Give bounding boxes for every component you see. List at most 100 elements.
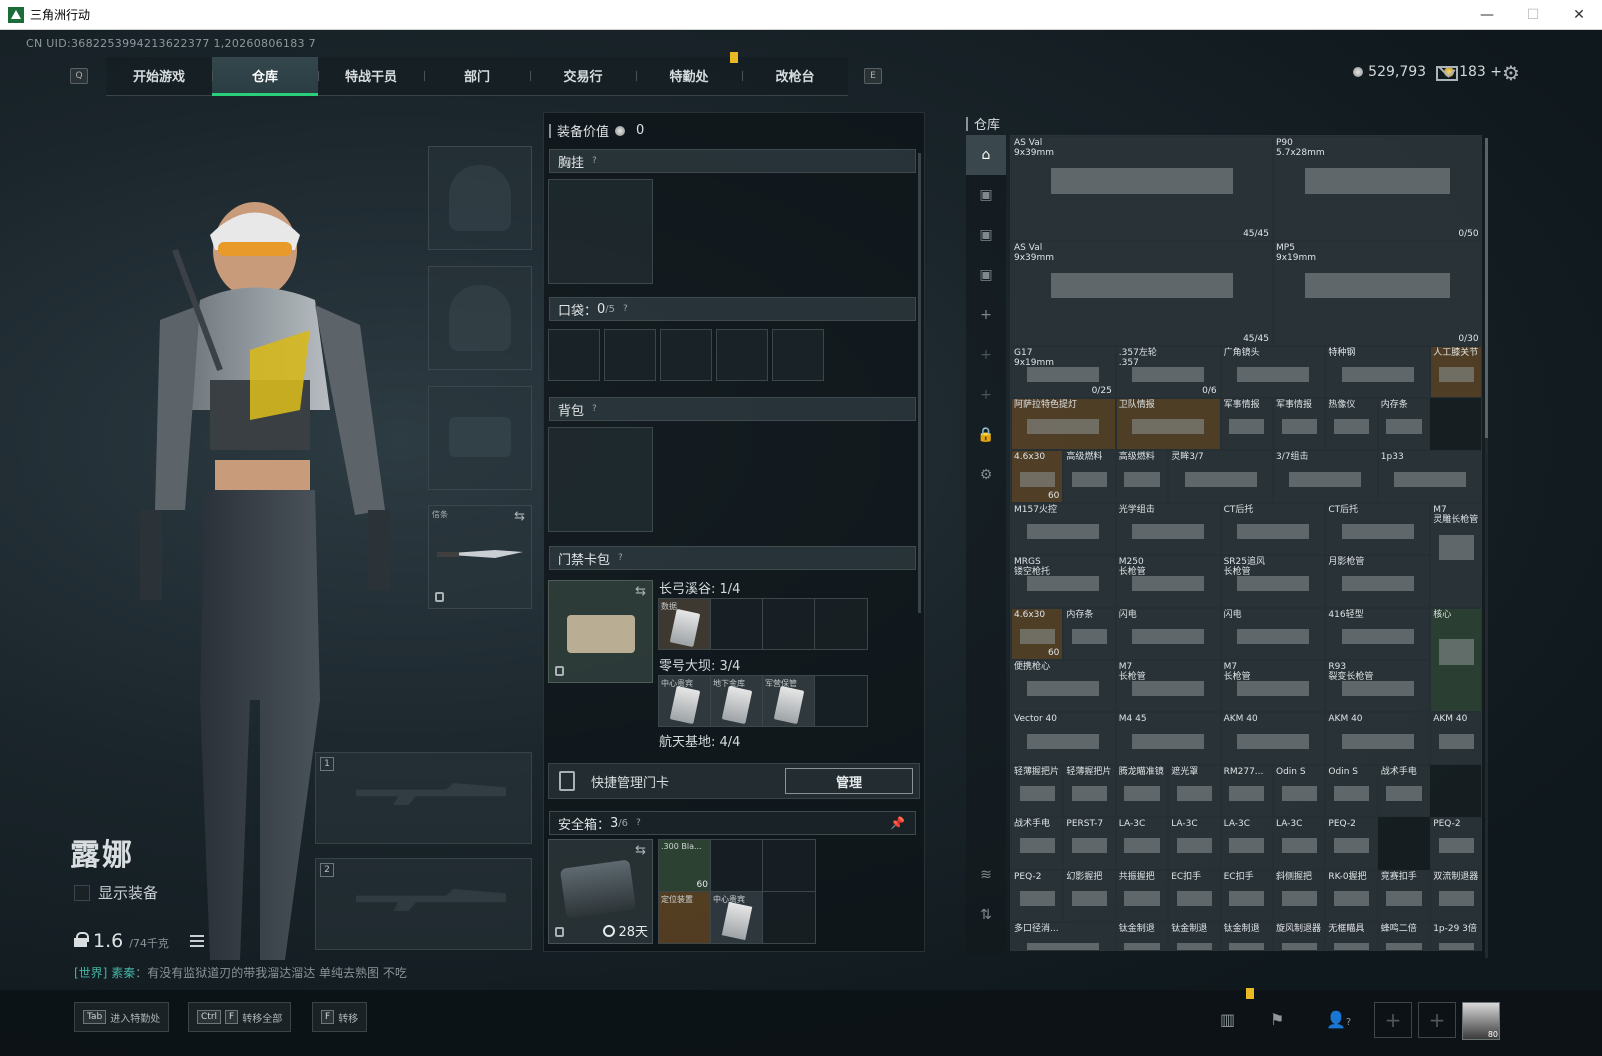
warehouse-item[interactable]: M250 长枪管 [1115,555,1221,608]
melee-slot[interactable]: 信条 ⇆ [428,505,532,609]
warehouse-item[interactable]: EC扣手 [1168,869,1221,922]
secondary-weapon-slot[interactable]: 2 [315,858,532,950]
keycard-slot[interactable] [815,676,867,726]
tab-warehouse[interactable]: 仓库 [212,56,318,96]
chest-rig-slot[interactable] [548,179,653,284]
hint-enter-special-ops[interactable]: Tab 进入特勤处 [74,1002,170,1032]
keycard-slot[interactable]: 中心贵宾 [659,676,711,726]
warehouse-item[interactable]: 人工膝关节 [1430,345,1481,398]
add-tab-icon[interactable]: + [966,375,1006,415]
warehouse-item[interactable]: M7 长枪管 [1115,660,1221,713]
warehouse-item[interactable]: 光学组击 [1115,502,1221,556]
warehouse-item[interactable]: Odin S [1325,764,1378,818]
warehouse-item[interactable]: AKM 40 [1430,712,1481,765]
pin-icon[interactable]: 📌 [890,816,905,830]
warehouse-item[interactable]: PEQ-2 [1011,869,1064,922]
warehouse-item[interactable]: 钛金制退 [1220,922,1273,950]
warehouse-item[interactable]: PEQ-2 [1430,817,1481,870]
safebox-cell[interactable] [763,840,815,892]
tab-operators[interactable]: 特战干员 [318,57,424,95]
warehouse-item[interactable]: MRGS 镂空枪托 [1011,555,1116,608]
warehouse-item[interactable]: 4.6x30 60 [1011,450,1064,503]
warehouse-item[interactable]: 3/7组击 [1273,450,1378,503]
minimize-button[interactable]: — [1464,0,1510,30]
friends-icon[interactable]: 👤? [1326,1010,1366,1029]
warehouse-item[interactable]: PERST-7 [1063,817,1116,870]
warehouse-item[interactable]: 无框瞄具 [1325,922,1378,950]
warehouse-item[interactable]: 幻影握把 [1063,869,1116,922]
warehouse-item[interactable]: 双流制退器 [1430,869,1481,922]
warehouse-item[interactable]: 内存条 [1063,607,1116,660]
warehouse-item[interactable]: 广角镜头 [1220,345,1326,398]
manage-button[interactable]: 管理 [785,768,913,794]
pocket-slot[interactable] [660,329,712,381]
help-icon[interactable]: ? [592,404,597,414]
warehouse-item[interactable]: LA-3C [1273,817,1326,870]
warehouse-item[interactable]: Odin S [1273,764,1326,818]
warehouse-tab-iv2-icon[interactable]: ▣ [966,255,1006,295]
warehouse-item[interactable]: 多口径消... [1011,922,1116,950]
backpack-slot[interactable] [548,427,653,532]
warehouse-item[interactable]: 便携枪心 [1011,660,1116,713]
warehouse-item[interactable]: M7 长枪管 [1220,660,1326,713]
warehouse-item[interactable]: LA-3C [1168,817,1221,870]
add-tab-icon[interactable]: + [966,295,1006,335]
show-equipment-checkbox[interactable] [74,884,90,901]
warehouse-item[interactable]: 战术手电 [1377,764,1431,818]
warehouse-scrollbar[interactable] [1485,138,1488,958]
keycard-slot[interactable]: 数据 [659,599,711,649]
warehouse-main-tab-icon[interactable]: ⌂ [966,135,1006,175]
hint-transfer-all[interactable]: Ctrl F 转移全部 [188,1002,292,1032]
warehouse-item[interactable]: P90 5.7x28mm 0/50 [1273,136,1481,241]
world-chat[interactable]: [世界] 素秦：有没有监狱道刃的带我溜达溜达 单纯去熟图 不吃 [74,964,407,981]
pocket-slot[interactable] [716,329,768,381]
keycard-slot[interactable] [815,599,867,649]
warehouse-item[interactable]: 核心 [1430,607,1481,713]
helmet-slot[interactable] [428,146,532,250]
maximize-button[interactable]: ☐ [1510,0,1556,30]
safebox-slot[interactable]: ⇆ 28天 [548,839,653,944]
warehouse-item[interactable]: 4.6x30 60 [1011,607,1064,660]
warehouse-item[interactable]: AS Val 9x39mm 45/45 [1011,240,1273,346]
nav-next-key[interactable]: E [864,68,882,84]
show-equipment-toggle[interactable]: 显示装备 [74,882,158,903]
warehouse-item[interactable]: .357左轮 .357 0/6 [1115,345,1221,398]
warehouse-item[interactable]: 内存条 [1377,398,1431,451]
warehouse-item[interactable]: LA-3C [1115,817,1169,870]
safebox-item[interactable]: 中心贵宾 [711,892,763,944]
warehouse-tab-iv-icon[interactable]: ▣ [966,175,1006,215]
nav-prev-key[interactable]: Q [70,68,88,84]
warehouse-item[interactable]: 月影枪管 [1325,555,1431,608]
warehouse-item[interactable]: M7 灵雕长枪管 [1430,502,1481,608]
add-teammate-button[interactable]: + [1418,1002,1456,1038]
warehouse-item[interactable]: CT后托 [1220,502,1326,556]
warehouse-item[interactable]: 钛金制退 [1168,922,1221,950]
gear-icon[interactable]: ⚙ [966,455,1006,495]
warehouse-item[interactable]: 闪电 [1115,607,1221,660]
keycard-bag-slot[interactable]: ⇆ [548,580,653,683]
keycard-slot[interactable] [711,599,763,649]
help-icon[interactable]: ? [592,156,597,166]
pocket-slot[interactable] [604,329,656,381]
safebox-item[interactable]: .300 Bla... 60 [659,840,711,892]
warehouse-item[interactable]: 高级燃料 [1115,450,1169,503]
warehouse-item[interactable]: 1p-29 3倍 [1430,922,1481,950]
warehouse-item[interactable]: AKM 40 [1325,712,1431,765]
warehouse-item[interactable]: PEQ-2 [1325,817,1378,870]
warehouse-item[interactable]: M157火控 [1011,502,1116,556]
tab-department[interactable]: 部门 [424,57,530,95]
gear-icon[interactable]: ⚙ [1502,63,1522,83]
warehouse-item[interactable]: 斜侧握把 [1273,869,1326,922]
layers-icon[interactable]: ≋ [966,855,1006,895]
warehouse-item[interactable]: 战术手电 [1011,817,1064,870]
sort-icon[interactable]: ⇅ [966,895,1006,935]
swap-icon[interactable]: ⇆ [635,843,646,858]
warehouse-item[interactable]: RK-0握把 [1325,869,1378,922]
hint-transfer[interactable]: F 转移 [312,1002,368,1032]
warehouse-item[interactable]: 阿萨拉特色提灯 [1011,398,1116,451]
warehouse-item[interactable]: 轻薄握把片 [1063,764,1116,818]
warehouse-item[interactable]: AKM 40 [1220,712,1326,765]
warehouse-item[interactable]: 蜂鸣二倍 [1377,922,1431,950]
armor-slot[interactable] [428,266,532,370]
tab-start-game[interactable]: 开始游戏 [106,57,212,95]
